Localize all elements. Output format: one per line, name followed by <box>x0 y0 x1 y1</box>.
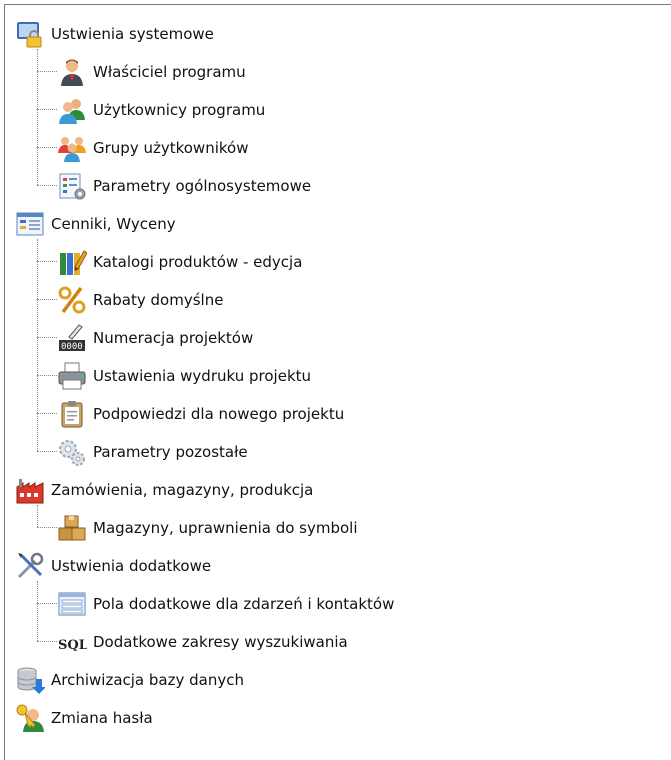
tree-node-label: Ustwienia dodatkowe <box>51 557 212 575</box>
svg-text:SQL: SQL <box>58 638 87 653</box>
factory-icon <box>15 475 45 505</box>
tree-node-additional-search-ranges[interactable]: SQL Dodatkowe zakresy wyszukiwania <box>57 623 348 661</box>
printer-icon <box>57 361 87 391</box>
clipboard-icon <box>57 399 87 429</box>
svg-text:0000: 0000 <box>61 342 83 352</box>
owner-person-icon <box>57 57 87 87</box>
tree-node-other-parameters[interactable]: Parametry pozostałe <box>57 433 248 471</box>
tree-node-system-parameters[interactable]: Parametry ogólnosystemowe <box>57 167 311 205</box>
tree-node-user-groups[interactable]: Grupy użytkowników <box>57 129 248 167</box>
tree-connector <box>37 71 57 72</box>
tree-connector <box>37 185 57 186</box>
tree-connector <box>37 581 38 641</box>
warehouse-boxes-icon <box>57 513 87 543</box>
database-archive-icon <box>15 665 45 695</box>
percent-icon <box>57 285 87 315</box>
tree-node-additional-settings[interactable]: Ustwienia dodatkowe <box>15 547 211 585</box>
tree-node-label: Magazyny, uprawnienia do symboli <box>93 519 358 537</box>
tree-node-program-users[interactable]: Użytkownicy programu <box>57 91 265 129</box>
tree-node-change-password[interactable]: Zmiana hasła <box>15 699 153 737</box>
user-groups-icon <box>57 133 87 163</box>
tree-node-new-project-hints[interactable]: Podpowiedzi dla nowego projektu <box>57 395 344 433</box>
tree-connector <box>37 261 57 262</box>
tree-connector <box>37 603 57 604</box>
system-parameters-icon <box>57 171 87 201</box>
form-fields-icon <box>57 589 87 619</box>
tree-node-project-numbering[interactable]: 0000 Numeracja projektów <box>57 319 253 357</box>
tree-node-default-discounts[interactable]: Rabaty domyślne <box>57 281 223 319</box>
tree-node-label: Numeracja projektów <box>93 329 254 347</box>
tree-connector <box>37 413 57 414</box>
tree-connector <box>37 337 57 338</box>
tree-node-database-archiving[interactable]: Archiwizacja bazy danych <box>15 661 244 699</box>
tree-node-label: Rabaty domyślne <box>93 291 224 309</box>
tree-node-label: Podpowiedzi dla nowego projektu <box>93 405 345 423</box>
tree-node-label: Archiwizacja bazy danych <box>51 671 244 689</box>
tree-node-system-settings[interactable]: Ustwienia systemowe <box>15 15 214 53</box>
tree-node-label: Grupy użytkowników <box>93 139 249 157</box>
system-settings-lock-icon <box>15 19 45 49</box>
tree-node-label: Parametry ogólnosystemowe <box>93 177 312 195</box>
tree-node-label: Dodatkowe zakresy wyszukiwania <box>93 633 348 651</box>
sql-icon: SQL <box>57 627 87 657</box>
tree-connector <box>37 299 57 300</box>
tree-node-label: Właściciel programu <box>93 63 246 81</box>
tree-node-label: Ustawienia wydruku projektu <box>93 367 312 385</box>
tree-node-warehouses-symbol-permissions[interactable]: Magazyny, uprawnienia do symboli <box>57 509 358 547</box>
tree-connector <box>37 641 57 642</box>
tree-node-label: Parametry pozostałe <box>93 443 248 461</box>
tree-node-label: Ustwienia systemowe <box>51 25 214 43</box>
tree-node-program-owner[interactable]: Właściciel programu <box>57 53 246 91</box>
tree-node-label: Pola dodatkowe dla zdarzeń i kontaktów <box>93 595 395 613</box>
tree-connector <box>37 239 38 451</box>
numbering-counter-icon: 0000 <box>57 323 87 353</box>
price-list-icon <box>15 209 45 239</box>
settings-tree: Ustwienia systemowe Właściciel programu … <box>5 5 671 760</box>
tree-node-label: Zmiana hasła <box>51 709 153 727</box>
gears-icon <box>57 437 87 467</box>
tree-node-label: Zamówienia, magazyny, produkcja <box>51 481 314 499</box>
settings-tree-panel: Ustwienia systemowe Właściciel programu … <box>4 4 671 760</box>
tree-connector <box>37 375 57 376</box>
tree-node-orders-warehouses-production[interactable]: Zamówienia, magazyny, produkcja <box>15 471 313 509</box>
tree-node-extra-fields-events-contacts[interactable]: Pola dodatkowe dla zdarzeń i kontaktów <box>57 585 394 623</box>
tree-node-product-catalogs[interactable]: Katalogi produktów - edycja <box>57 243 302 281</box>
tree-node-print-settings[interactable]: Ustawienia wydruku projektu <box>57 357 311 395</box>
tools-icon <box>15 551 45 581</box>
catalog-edit-icon <box>57 247 87 277</box>
tree-node-price-lists[interactable]: Cenniki, Wyceny <box>15 205 176 243</box>
tree-node-label: Katalogi produktów - edycja <box>93 253 303 271</box>
tree-connector <box>37 147 57 148</box>
tree-connector <box>37 109 57 110</box>
tree-connector <box>37 451 57 452</box>
tree-node-label: Użytkownicy programu <box>93 101 266 119</box>
tree-connector <box>37 527 57 528</box>
tree-connector <box>37 49 38 185</box>
tree-node-label: Cenniki, Wyceny <box>51 215 176 233</box>
change-password-key-icon <box>15 703 45 733</box>
users-icon <box>57 95 87 125</box>
